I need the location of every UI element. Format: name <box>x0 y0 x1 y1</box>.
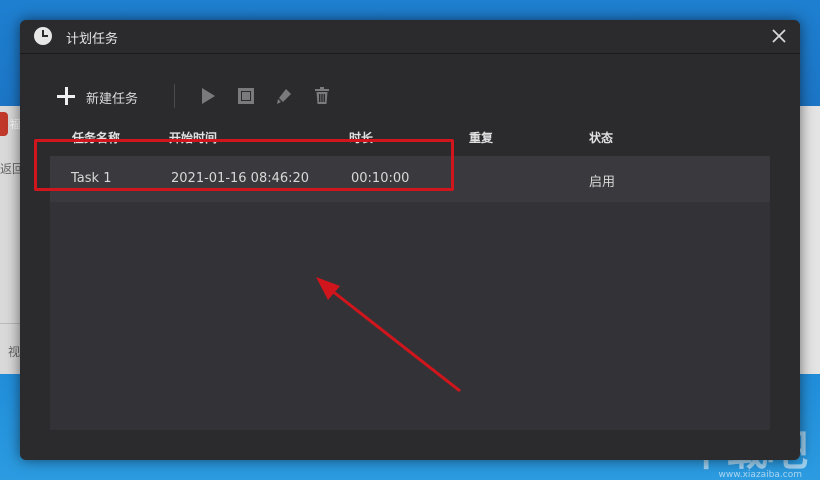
stop-icon <box>238 88 254 104</box>
plus-icon <box>56 86 76 106</box>
background-divider <box>0 323 22 324</box>
header-start-time[interactable]: 开始时间 <box>169 129 217 146</box>
toolbar: 新建任务 <box>20 80 800 112</box>
watermark-url: www.xiazaiba.com <box>718 470 802 480</box>
stop-task-button[interactable] <box>236 86 256 106</box>
cell-start-time: 2021-01-16 08:46:20 <box>171 171 310 186</box>
cell-task-name: Task 1 <box>71 171 112 186</box>
table-header: 任务名称 开始时间 时长 重复 状态 <box>50 116 770 156</box>
clock-icon <box>34 27 52 45</box>
annotation-arrow <box>316 277 461 393</box>
dialog-title: 计划任务 <box>66 32 119 47</box>
play-icon <box>202 88 215 104</box>
edit-icon <box>277 89 291 104</box>
background-app-panel-right <box>798 106 820 374</box>
background-app-icon <box>0 112 8 136</box>
background-app-panel <box>0 106 22 374</box>
header-status[interactable]: 状态 <box>589 129 613 146</box>
close-icon <box>772 29 786 43</box>
table-row[interactable]: Task 1 2021-01-16 08:46:20 00:10:00 启用 <box>50 156 770 202</box>
edit-task-button[interactable] <box>274 86 294 106</box>
trash-icon <box>315 87 329 104</box>
header-duration[interactable]: 时长 <box>349 129 373 146</box>
dialog-titlebar: 计划任务 <box>20 20 800 54</box>
delete-task-button[interactable] <box>312 86 332 106</box>
header-repeat[interactable]: 重复 <box>469 129 493 146</box>
header-task-name[interactable]: 任务名称 <box>72 129 120 146</box>
cell-status: 启用 <box>589 175 616 190</box>
start-task-button[interactable] <box>198 86 218 106</box>
background-text-3: 视 <box>8 345 21 359</box>
cell-duration: 00:10:00 <box>351 171 410 186</box>
new-task-label: 新建任务 <box>86 92 139 107</box>
close-button[interactable] <box>768 25 790 47</box>
toolbar-separator <box>174 84 175 108</box>
